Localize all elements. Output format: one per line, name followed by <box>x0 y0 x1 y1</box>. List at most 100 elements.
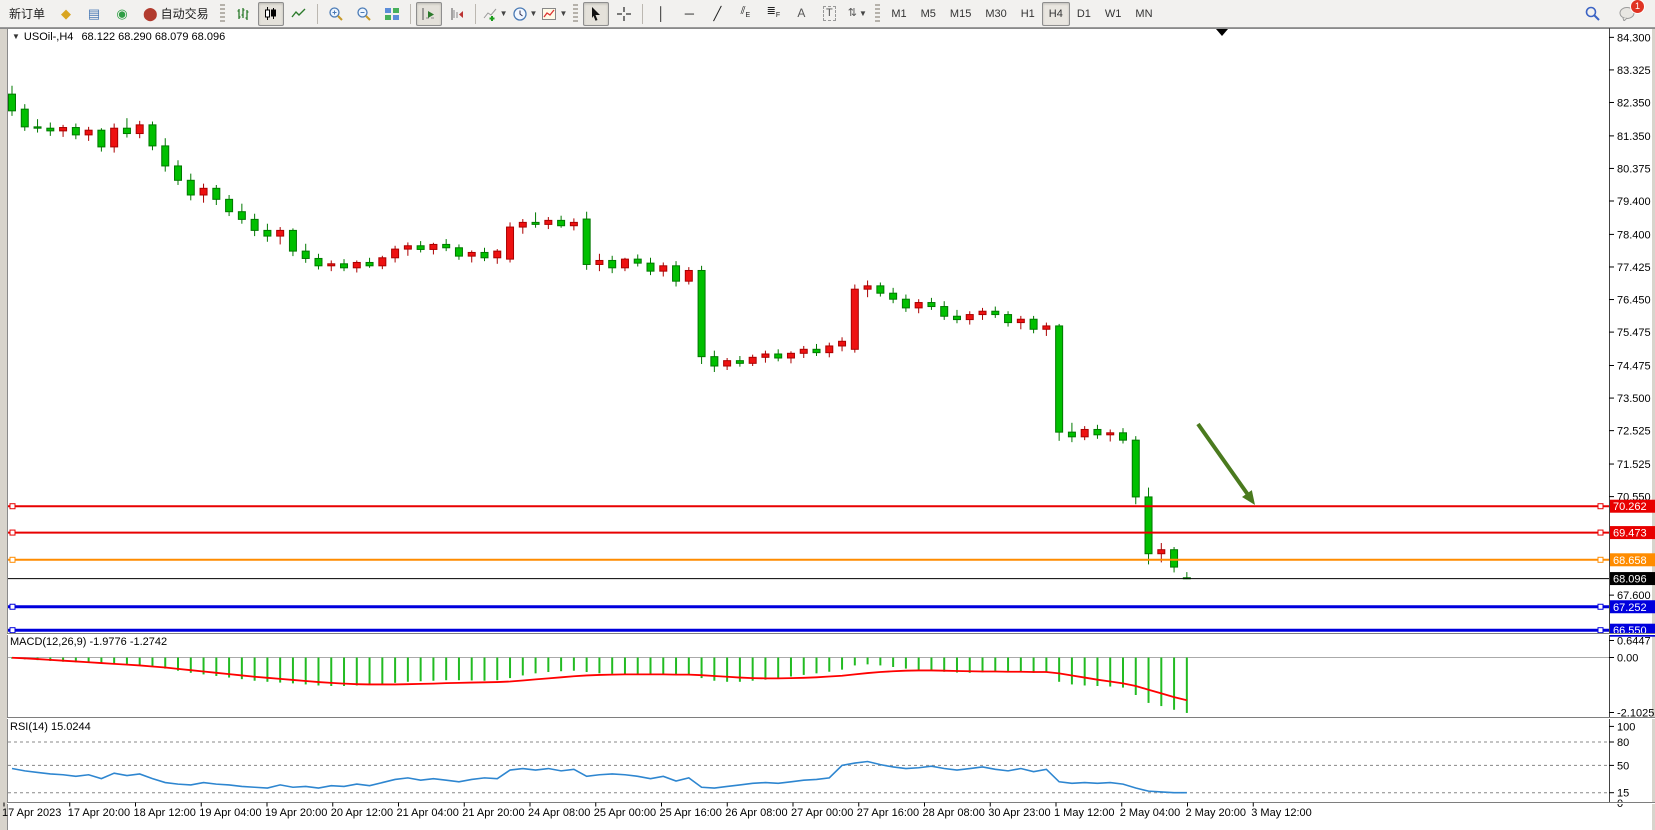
line-handle[interactable] <box>1598 557 1603 562</box>
rsi-axis: 1008050150 <box>8 721 1635 810</box>
crosshair-button[interactable] <box>611 2 637 26</box>
timeframe-button-M15[interactable]: M15 <box>943 2 978 26</box>
search-button[interactable] <box>1579 2 1605 26</box>
svg-text:66.550: 66.550 <box>1613 625 1647 637</box>
svg-text:21 Apr 04:00: 21 Apr 04:00 <box>397 807 459 819</box>
svg-text:27 Apr 16:00: 27 Apr 16:00 <box>857 807 919 819</box>
timeframe-toolbar: M1M5M15M30H1H4D1W1MN <box>884 2 1159 26</box>
svg-text:17 Apr 2023: 17 Apr 2023 <box>2 807 61 819</box>
svg-text:84.300: 84.300 <box>1617 32 1651 44</box>
svg-text:81.350: 81.350 <box>1617 131 1651 143</box>
auto-trading-label: 自动交易 <box>161 5 209 22</box>
svg-text:19 Apr 20:00: 19 Apr 20:00 <box>265 807 327 819</box>
indicators-button[interactable]: ▼ <box>481 2 509 26</box>
zoom-out-button[interactable] <box>351 2 377 26</box>
toolbar-separator <box>410 4 411 24</box>
line-handle[interactable] <box>1598 604 1603 609</box>
arrows-tool-button[interactable]: ⇅▼ <box>844 2 870 26</box>
zoom-out-icon <box>356 6 372 22</box>
vertical-line-tool-button[interactable]: │ <box>648 2 674 26</box>
horizontal-line-tool-button[interactable]: ─ <box>676 2 702 26</box>
line-handle[interactable] <box>1598 504 1603 509</box>
bar-chart-button[interactable] <box>230 2 256 26</box>
toolbar-separator <box>317 4 318 24</box>
auto-scroll-button[interactable] <box>416 2 442 26</box>
auto-scroll-icon <box>421 6 437 22</box>
zoom-in-icon <box>328 6 344 22</box>
svg-text:0.00: 0.00 <box>1617 653 1638 665</box>
trendline-icon: ╱ <box>713 7 721 20</box>
channel-tool-button[interactable]: ⫽E <box>732 2 758 26</box>
notifications-button[interactable]: 1 <box>1614 2 1640 26</box>
svg-text:17 Apr 20:00: 17 Apr 20:00 <box>68 807 130 819</box>
timeframe-button-MN[interactable]: MN <box>1128 2 1159 26</box>
chart-title-bar[interactable]: ▼ USOil-,H4 68.122 68.290 68.079 68.096 <box>12 31 225 43</box>
trend-arrow-object[interactable] <box>1198 424 1255 505</box>
signal-icon: ◉ <box>116 7 127 20</box>
chart-canvas[interactable]: 84.30083.32582.35081.35080.37579.40078.4… <box>0 0 1655 830</box>
svg-text:27 Apr 00:00: 27 Apr 00:00 <box>791 807 853 819</box>
svg-text:18 Apr 12:00: 18 Apr 12:00 <box>134 807 196 819</box>
horizontal-line-objects[interactable]: 70.26269.47368.65868.09667.25266.550 <box>8 500 1655 637</box>
timeframe-button-H4[interactable]: H4 <box>1042 2 1070 26</box>
tile-windows-button[interactable] <box>379 2 405 26</box>
line-handle[interactable] <box>10 504 15 509</box>
svg-text:67.252: 67.252 <box>1613 602 1647 614</box>
svg-text:78.400: 78.400 <box>1617 229 1651 241</box>
svg-text:70.262: 70.262 <box>1613 501 1647 513</box>
chart-shift-marker[interactable] <box>1216 29 1228 36</box>
periods-button[interactable]: ▼ <box>511 2 539 26</box>
svg-text:26 Apr 08:00: 26 Apr 08:00 <box>725 807 787 819</box>
timeframe-button-D1[interactable]: D1 <box>1070 2 1098 26</box>
line-handle[interactable] <box>10 628 15 633</box>
svg-text:50: 50 <box>1617 760 1629 772</box>
line-handle[interactable] <box>1598 628 1603 633</box>
new-order-button[interactable]: 新订单 <box>3 2 51 26</box>
line-handle[interactable] <box>10 530 15 535</box>
line-handle[interactable] <box>1598 530 1603 535</box>
text-tool-button[interactable]: A <box>788 2 814 26</box>
time-axis: 17 Apr 202317 Apr 20:0018 Apr 12:0019 Ap… <box>2 803 1312 820</box>
timeframe-button-H1[interactable]: H1 <box>1014 2 1042 26</box>
macd-indicator-label: MACD(12,26,9) -1.9776 -1.2742 <box>10 636 167 648</box>
line-chart-button[interactable] <box>286 2 312 26</box>
svg-text:72.525: 72.525 <box>1617 426 1651 438</box>
ohlc-readout: 68.122 68.290 68.079 68.096 <box>81 31 225 43</box>
timeframe-button-W1[interactable]: W1 <box>1098 2 1129 26</box>
timeframe-button-M5[interactable]: M5 <box>914 2 943 26</box>
chart-shift-button[interactable] <box>444 2 470 26</box>
auto-trading-button[interactable]: ⬤ 自动交易 <box>137 2 215 26</box>
symbol-title: USOil-,H4 <box>24 31 74 43</box>
text-label-icon: T <box>823 6 836 21</box>
notification-badge: 1 <box>1630 0 1645 14</box>
market-watch-button[interactable]: ▤ <box>81 2 107 26</box>
label-tool-button[interactable]: T <box>816 2 842 26</box>
trendline-tool-button[interactable]: ╱ <box>704 2 730 26</box>
svg-text:69.473: 69.473 <box>1613 528 1647 540</box>
timeframe-button-M1[interactable]: M1 <box>884 2 913 26</box>
timeframe-button-M30[interactable]: M30 <box>978 2 1013 26</box>
chart-expander-icon[interactable]: ▼ <box>12 32 20 41</box>
cursor-button[interactable] <box>583 2 609 26</box>
profiles-button[interactable]: ◆ <box>53 2 79 26</box>
fibonacci-tool-button[interactable]: ≣F <box>760 2 786 26</box>
chart-shift-icon <box>449 6 465 22</box>
cursor-icon <box>588 6 604 22</box>
svg-text:25 Apr 16:00: 25 Apr 16:00 <box>660 807 722 819</box>
svg-text:83.325: 83.325 <box>1617 65 1651 77</box>
svg-text:19 Apr 04:00: 19 Apr 04:00 <box>199 807 261 819</box>
zoom-in-button[interactable] <box>323 2 349 26</box>
line-handle[interactable] <box>10 557 15 562</box>
toolbar-grip <box>875 4 880 24</box>
chart-frame <box>0 28 1655 830</box>
templates-button[interactable]: ▼ <box>540 2 568 26</box>
fibonacci-icon: ≣F <box>767 5 781 22</box>
data-window-button[interactable]: ◉ <box>109 2 135 26</box>
toolbar-separator <box>642 4 643 24</box>
macd-pane <box>12 658 1187 713</box>
line-handle[interactable] <box>10 604 15 609</box>
rsi-pane <box>12 762 1187 793</box>
dropdown-caret-icon: ▼ <box>859 9 867 18</box>
trading-platform-window: 新订单 ◆ ▤ ◉ ⬤ 自动交易 <box>0 0 1655 830</box>
candlestick-chart-button[interactable] <box>258 2 284 26</box>
